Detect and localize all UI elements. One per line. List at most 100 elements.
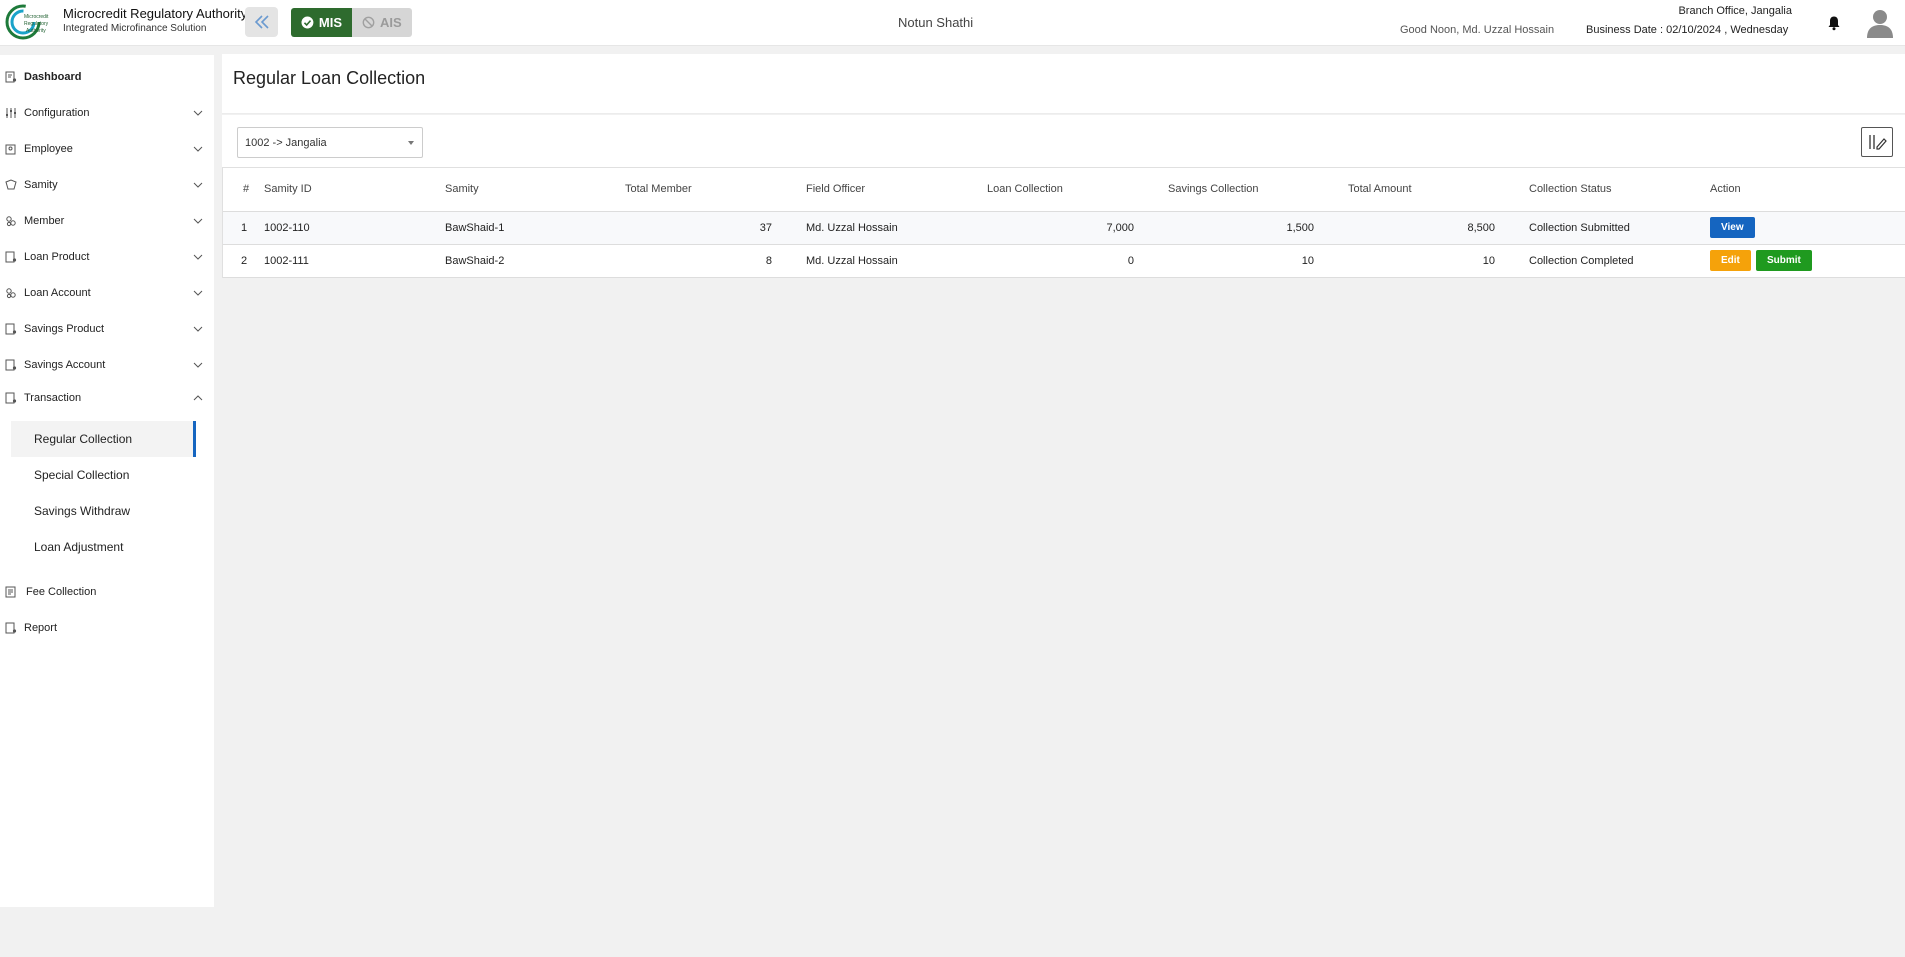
chevron-down-icon [193, 182, 203, 188]
employee-icon [5, 144, 16, 155]
mode-toggle: MIS AIS [291, 8, 412, 37]
ais-mode-button[interactable]: AIS [352, 8, 412, 37]
sidebar-subitem-regular-collection[interactable]: Regular Collection [11, 421, 196, 457]
column-settings-button[interactable] [1861, 127, 1893, 157]
sidebar-item-samity[interactable]: Samity [0, 170, 214, 200]
sliders-icon [6, 108, 16, 118]
branch-name: Branch Office, Jangalia [1678, 5, 1792, 17]
chevron-down-icon [193, 146, 203, 152]
chevron-down-icon [193, 326, 203, 332]
cell-field-officer: Md. Uzzal Hossain [806, 211, 987, 245]
branch-select-value: 1002 -> Jangalia [245, 136, 327, 149]
view-button[interactable]: View [1710, 217, 1755, 238]
check-circle-icon [301, 16, 314, 29]
cell-total-amount: 8,500 [1348, 211, 1529, 245]
sidebar-item-loan-account[interactable]: Loan Account [0, 278, 214, 308]
sidebar-subitem-savings-withdraw[interactable]: Savings Withdraw [11, 493, 196, 529]
loan-product-icon [5, 251, 17, 263]
member-icon [6, 216, 16, 227]
filter-bar: 1002 -> Jangalia [222, 115, 1905, 167]
sidebar-item-fee-collection[interactable]: Fee Collection [0, 577, 214, 607]
savings-product-icon [5, 323, 17, 335]
business-date: Business Date : 02/10/2024 , Wednesday [1586, 24, 1789, 36]
col-header-number: # [223, 168, 264, 212]
sidebar-item-transaction[interactable]: Transaction [0, 383, 214, 413]
sidebar-item-configuration[interactable]: Configuration [0, 98, 214, 128]
chevron-down-icon [193, 254, 203, 260]
dashboard-icon [5, 71, 17, 83]
cell-number: 1 [223, 211, 264, 245]
sidebar: Dashboard Configuration Employee Samity … [0, 55, 214, 907]
chevron-down-icon [193, 218, 203, 224]
cell-number: 2 [223, 244, 264, 278]
brand-subtitle: Integrated Microfinance Solution [63, 23, 207, 34]
brand-title: Microcredit Regulatory Authority [63, 6, 248, 21]
caret-down-icon [408, 141, 414, 145]
main-content: Regular Loan Collection 1002 -> Jangalia… [222, 54, 1905, 907]
page-header: Regular Loan Collection [222, 54, 1905, 114]
cell-action: View [1710, 211, 1905, 245]
col-header-samity: Samity [445, 168, 625, 212]
cell-total-amount: 10 [1348, 244, 1529, 278]
mra-logo: Microcredit Regulatory Authority [5, 4, 49, 40]
sidebar-subitem-special-collection[interactable]: Special Collection [11, 457, 196, 493]
cell-action: Edit Submit [1710, 244, 1905, 278]
sidebar-item-dashboard[interactable]: Dashboard [0, 62, 214, 92]
chevron-down-icon [193, 110, 203, 116]
cell-samity-id: 1002-110 [264, 211, 445, 245]
svg-text:Regulatory: Regulatory [24, 21, 49, 27]
cell-total-member: 8 [625, 244, 806, 278]
user-greeting: Good Noon, Md. Uzzal Hossain [1400, 24, 1555, 36]
mis-mode-button[interactable]: MIS [291, 8, 352, 37]
edit-button[interactable]: Edit [1710, 250, 1751, 271]
cell-total-member: 37 [625, 211, 806, 245]
chevron-up-icon [193, 395, 203, 401]
cell-savings-collection: 10 [1168, 244, 1348, 278]
col-header-action: Action [1710, 168, 1905, 212]
loan-account-icon [6, 288, 16, 299]
collection-table: # Samity ID Samity Total Member Field Of… [222, 167, 1905, 278]
user-avatar-icon[interactable] [1866, 8, 1894, 38]
col-header-samity-id: Samity ID [264, 168, 445, 212]
sidebar-subitem-loan-adjustment[interactable]: Loan Adjustment [11, 529, 196, 565]
cell-collection-status: Collection Submitted [1529, 211, 1710, 245]
svg-text:Microcredit: Microcredit [24, 14, 49, 20]
col-header-collection-status: Collection Status [1529, 168, 1710, 212]
col-header-savings-collection: Savings Collection [1168, 168, 1348, 212]
samity-icon [5, 179, 17, 190]
sidebar-item-employee[interactable]: Employee [0, 134, 214, 164]
ais-label: AIS [380, 15, 402, 30]
col-header-total-amount: Total Amount [1348, 168, 1529, 212]
mis-label: MIS [318, 15, 342, 30]
ban-icon [362, 16, 375, 29]
table-row: 2 1002-111 BawShaid-2 8 Md. Uzzal Hossai… [223, 244, 1905, 278]
column-edit-icon [1869, 135, 1887, 150]
cell-samity: BawShaid-1 [445, 211, 625, 245]
cell-savings-collection: 1,500 [1168, 211, 1348, 245]
branch-select[interactable]: 1002 -> Jangalia [237, 127, 423, 158]
cell-field-officer: Md. Uzzal Hossain [806, 244, 987, 278]
transaction-icon [5, 392, 17, 404]
sidebar-item-report[interactable]: Report [0, 613, 214, 643]
bell-icon[interactable] [1826, 15, 1842, 31]
sidebar-item-loan-product[interactable]: Loan Product [0, 242, 214, 272]
organization-name: Notun Shathi [898, 15, 974, 30]
cell-loan-collection: 0 [987, 244, 1168, 278]
submit-button[interactable]: Submit [1755, 250, 1812, 271]
savings-account-icon [5, 359, 17, 371]
table-row: 1 1002-110 BawShaid-1 37 Md. Uzzal Hossa… [223, 211, 1905, 245]
chevron-down-icon [193, 290, 203, 296]
page-title: Regular Loan Collection [233, 68, 426, 88]
collapse-sidebar-button[interactable] [245, 7, 278, 37]
top-header: Microcredit Regulatory Authority Microcr… [0, 0, 1905, 46]
cell-loan-collection: 7,000 [987, 211, 1168, 245]
col-header-total-member: Total Member [625, 168, 806, 212]
col-header-loan-collection: Loan Collection [987, 168, 1168, 212]
col-header-field-officer: Field Officer [806, 168, 987, 212]
sidebar-item-member[interactable]: Member [0, 206, 214, 236]
fee-collection-icon [5, 586, 16, 598]
cell-samity: BawShaid-2 [445, 244, 625, 278]
cell-samity-id: 1002-111 [264, 244, 445, 278]
sidebar-item-savings-product[interactable]: Savings Product [0, 314, 214, 344]
sidebar-item-savings-account[interactable]: Savings Account [0, 350, 214, 380]
